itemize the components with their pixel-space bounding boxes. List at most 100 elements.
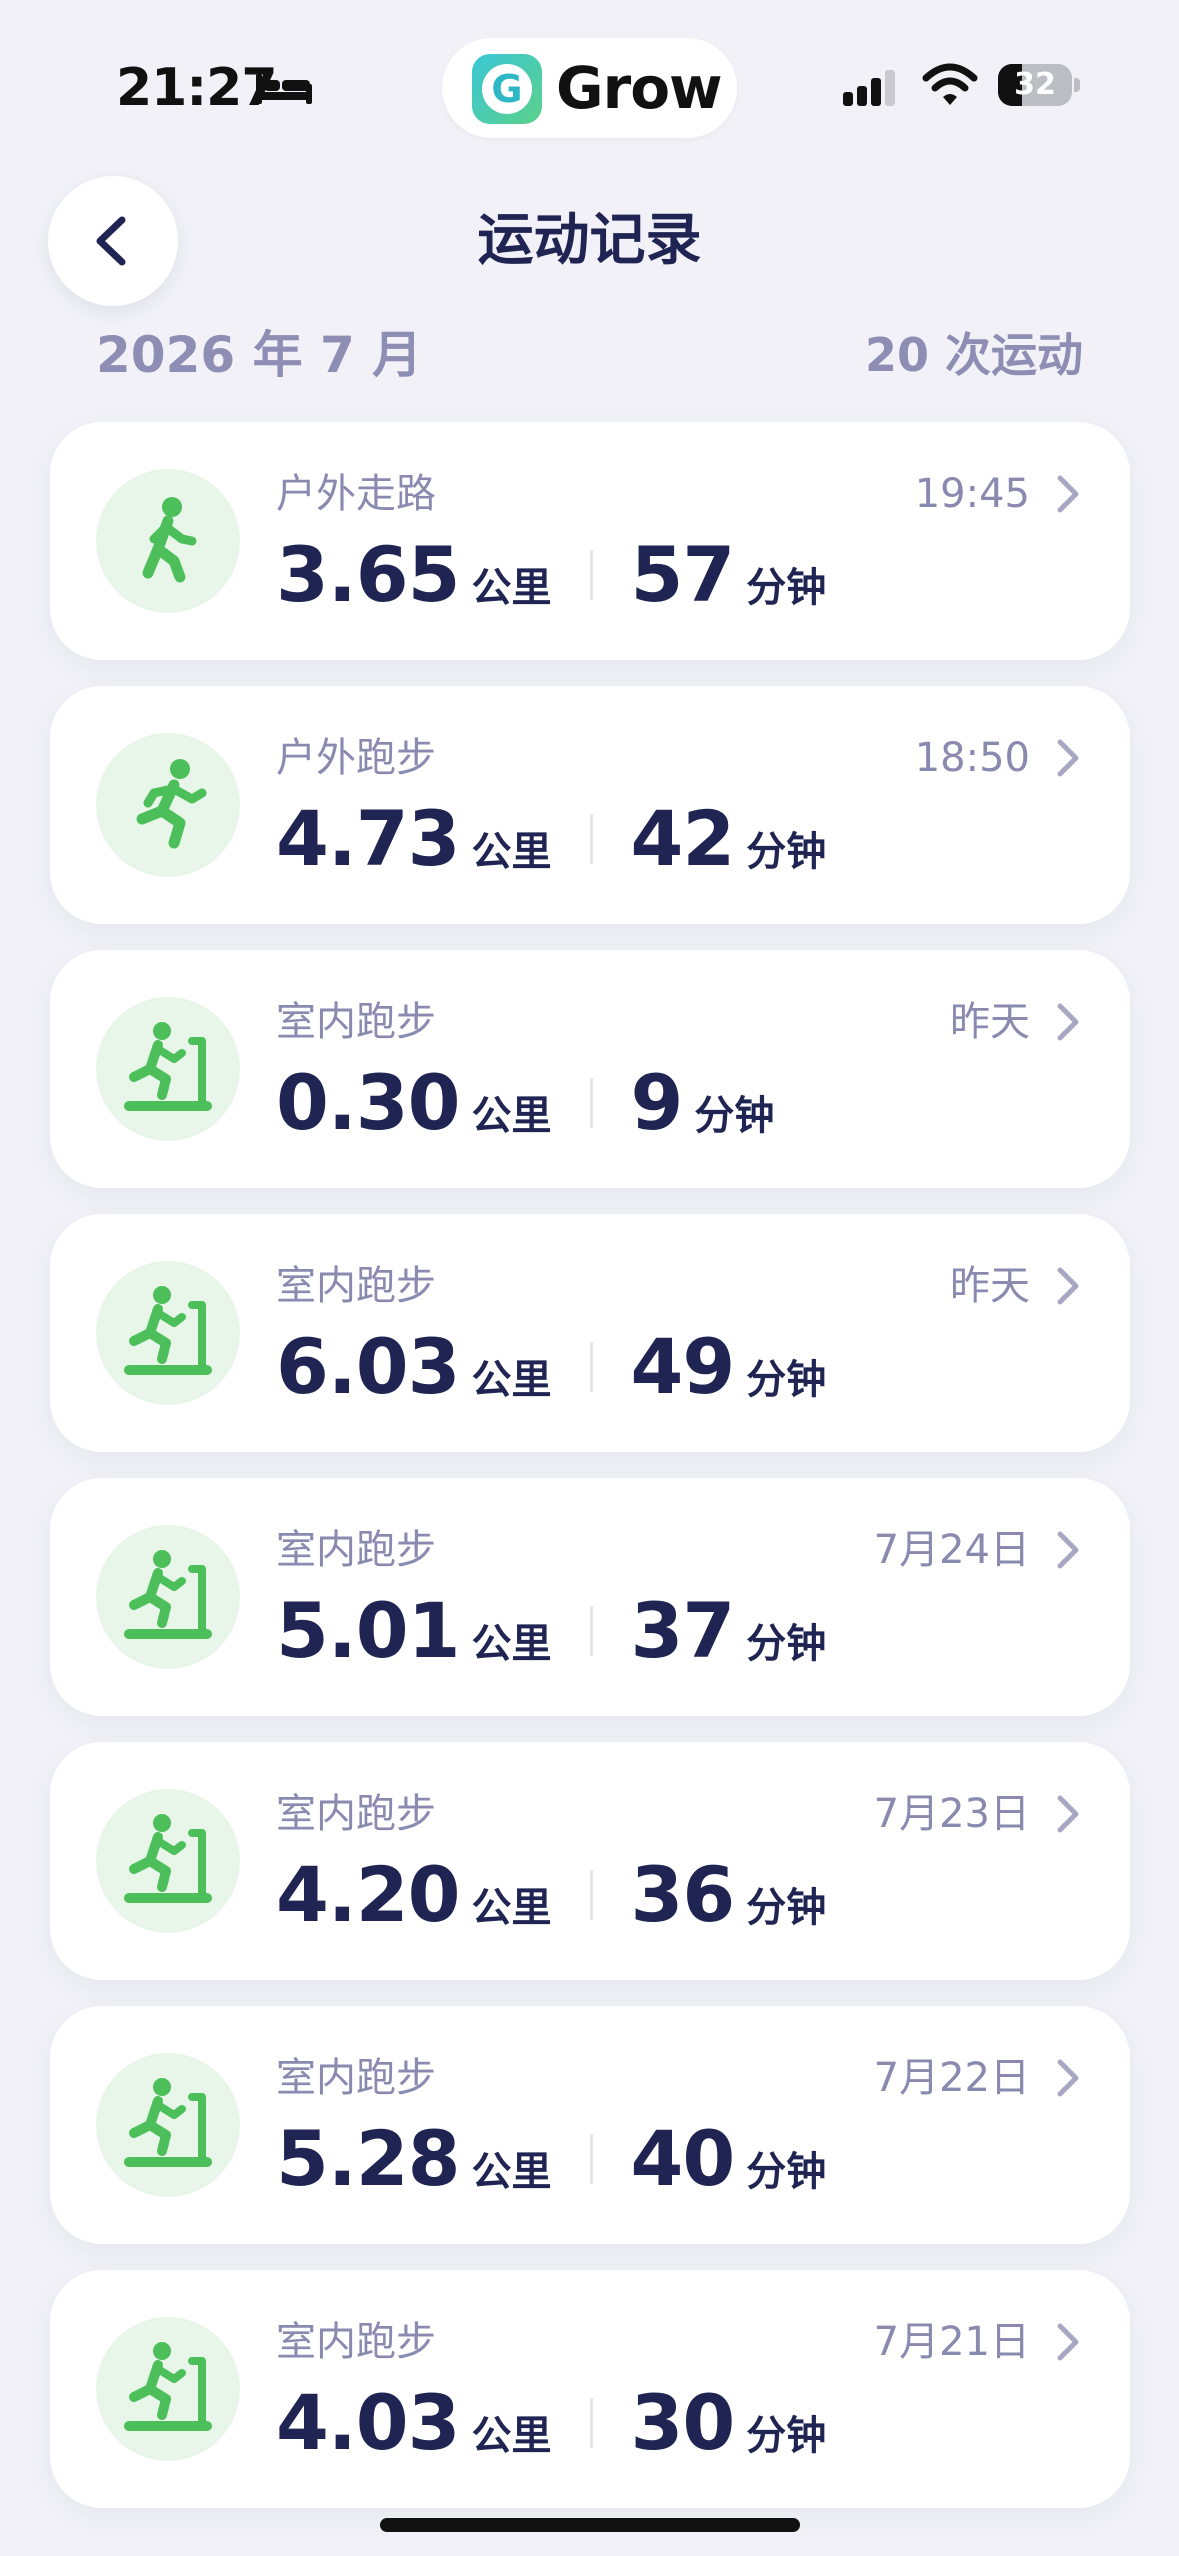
workout-date: 7月24日 <box>873 1527 1030 1573</box>
chevron-right-icon <box>1054 2322 1082 2366</box>
distance-value: 5.28 <box>276 2114 461 2203</box>
workout-date: 7月23日 <box>873 1791 1030 1837</box>
distance-value: 4.20 <box>276 1850 461 1939</box>
workout-list: 户外走路 19:45 3.65 公里 57 分钟 户外跑步 18:50 4.73 公里 42 分钟 室内… <box>50 422 1130 2534</box>
stat-divider <box>589 2398 593 2448</box>
duration-unit: 分钟 <box>746 829 827 875</box>
duration-unit: 分钟 <box>746 2149 827 2195</box>
workout-date: 昨天 <box>950 999 1030 1045</box>
duration-unit: 分钟 <box>694 1093 775 1139</box>
stat-divider <box>589 1342 593 1392</box>
workout-date: 7月21日 <box>873 2319 1030 2365</box>
duration-value: 42 <box>630 794 736 883</box>
chevron-right-icon <box>1054 1794 1082 1838</box>
month-label: 2026 年 7 月 <box>96 326 423 384</box>
workout-stats: 4.73 公里 42 分钟 <box>276 794 826 884</box>
duration-unit: 分钟 <box>746 1621 827 1667</box>
workout-card[interactable]: 户外跑步 18:50 4.73 公里 42 分钟 <box>50 686 1130 924</box>
distance-unit: 公里 <box>471 829 552 875</box>
battery-level: 32 <box>1014 67 1056 102</box>
workout-card[interactable]: 室内跑步 7月24日 5.01 公里 37 分钟 <box>50 1478 1130 1716</box>
workout-date: 18:50 <box>914 735 1030 781</box>
workout-stats: 6.03 公里 49 分钟 <box>276 1322 826 1412</box>
workout-stats: 5.01 公里 37 分钟 <box>276 1586 826 1676</box>
workout-type: 室内跑步 <box>276 1263 436 1309</box>
workout-date: 7月22日 <box>873 2055 1030 2101</box>
distance-unit: 公里 <box>471 2149 552 2195</box>
duration-unit: 分钟 <box>746 565 827 611</box>
workout-card[interactable]: 室内跑步 7月22日 5.28 公里 40 分钟 <box>50 2006 1130 2244</box>
distance-unit: 公里 <box>471 1357 552 1403</box>
distance-unit: 公里 <box>471 565 552 611</box>
workout-card[interactable]: 室内跑步 昨天 0.30 公里 9 分钟 <box>50 950 1130 1188</box>
duration-value: 57 <box>630 530 736 619</box>
duration-unit: 分钟 <box>746 1357 827 1403</box>
duration-value: 37 <box>630 1586 736 1675</box>
stat-divider <box>589 1870 593 1920</box>
battery-icon: 32 <box>998 64 1080 106</box>
distance-value: 6.03 <box>276 1322 461 1411</box>
duration-unit: 分钟 <box>746 2413 827 2459</box>
distance-unit: 公里 <box>471 2413 552 2459</box>
workout-type: 室内跑步 <box>276 1791 436 1837</box>
workout-date: 19:45 <box>914 471 1030 517</box>
workout-type: 户外跑步 <box>276 735 436 781</box>
treadmill-icon <box>96 2053 240 2197</box>
stat-divider <box>589 550 593 600</box>
workout-stats: 3.65 公里 57 分钟 <box>276 530 826 620</box>
status-bar: 21:27 G Grow 32 <box>0 0 1179 170</box>
stat-divider <box>589 2134 593 2184</box>
distance-value: 4.03 <box>276 2378 461 2467</box>
app-name: Grow <box>556 54 723 122</box>
treadmill-icon <box>96 997 240 1141</box>
chevron-right-icon <box>1054 1002 1082 1046</box>
workout-type: 室内跑步 <box>276 2319 436 2365</box>
workout-stats: 4.20 公里 36 分钟 <box>276 1850 826 1940</box>
duration-value: 40 <box>630 2114 736 2203</box>
treadmill-icon <box>96 1789 240 1933</box>
duration-unit: 分钟 <box>746 1885 827 1931</box>
workout-card[interactable]: 室内跑步 昨天 6.03 公里 49 分钟 <box>50 1214 1130 1452</box>
signal-icon <box>843 70 895 106</box>
chevron-right-icon <box>1054 2058 1082 2102</box>
distance-value: 0.30 <box>276 1058 461 1147</box>
stat-divider <box>589 814 593 864</box>
app-logo-letter: G <box>491 67 523 111</box>
workout-stats: 4.03 公里 30 分钟 <box>276 2378 826 2468</box>
distance-unit: 公里 <box>471 1621 552 1667</box>
treadmill-icon <box>96 1525 240 1669</box>
distance-value: 3.65 <box>276 530 461 619</box>
duration-value: 30 <box>630 2378 736 2467</box>
chevron-right-icon <box>1054 1530 1082 1574</box>
wifi-icon <box>922 63 978 105</box>
distance-unit: 公里 <box>471 1885 552 1931</box>
workout-card[interactable]: 户外走路 19:45 3.65 公里 57 分钟 <box>50 422 1130 660</box>
workout-type: 室内跑步 <box>276 2055 436 2101</box>
workout-card[interactable]: 室内跑步 7月21日 4.03 公里 30 分钟 <box>50 2270 1130 2508</box>
distance-value: 5.01 <box>276 1586 461 1675</box>
treadmill-icon <box>96 1261 240 1405</box>
duration-value: 49 <box>630 1322 736 1411</box>
walking-icon <box>96 469 240 613</box>
workout-count: 20 次运动 <box>864 328 1083 382</box>
workout-card[interactable]: 室内跑步 7月23日 4.20 公里 36 分钟 <box>50 1742 1130 1980</box>
app-indicator-pill[interactable]: G Grow <box>442 38 737 138</box>
stat-divider <box>589 1078 593 1128</box>
home-indicator[interactable] <box>380 2518 800 2532</box>
workout-type: 室内跑步 <box>276 1527 436 1573</box>
treadmill-icon <box>96 2317 240 2461</box>
distance-unit: 公里 <box>471 1093 552 1139</box>
running-icon <box>96 733 240 877</box>
workout-date: 昨天 <box>950 1263 1030 1309</box>
bed-icon <box>256 74 312 104</box>
status-time: 21:27 <box>116 58 278 118</box>
chevron-right-icon <box>1054 474 1082 518</box>
workout-stats: 5.28 公里 40 分钟 <box>276 2114 826 2204</box>
app-logo: G <box>472 54 542 124</box>
workout-type: 室内跑步 <box>276 999 436 1045</box>
distance-value: 4.73 <box>276 794 461 883</box>
stat-divider <box>589 1606 593 1656</box>
duration-value: 36 <box>630 1850 736 1939</box>
chevron-right-icon <box>1054 1266 1082 1310</box>
page-title: 运动记录 <box>477 208 702 273</box>
